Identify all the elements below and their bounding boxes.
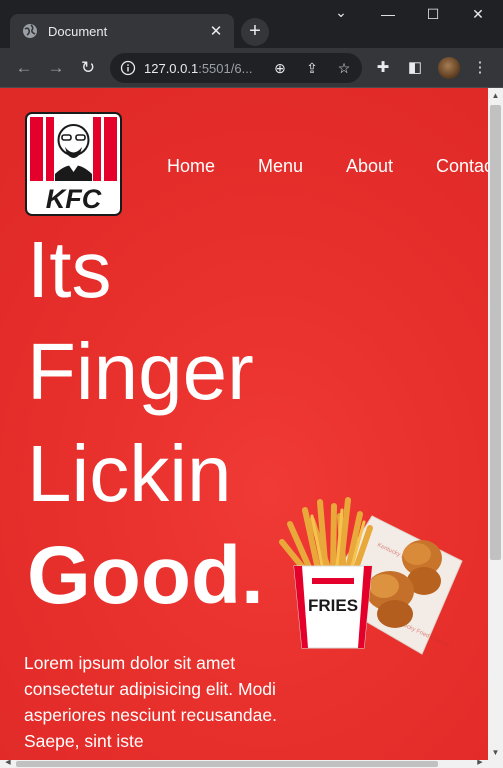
hero-line-2: Finger <box>27 327 254 416</box>
forward-arrow-icon[interactable]: → <box>44 56 68 80</box>
zoom-icon[interactable]: ⊕ <box>270 58 290 78</box>
maximize-button[interactable]: ☐ <box>423 6 443 23</box>
minimize-button[interactable]: — <box>378 6 398 22</box>
browser-tab[interactable]: Document ✕ <box>10 14 234 48</box>
horizontal-scroll-thumb[interactable] <box>16 761 438 767</box>
new-tab-button[interactable]: + <box>241 18 269 46</box>
logo-wordmark: KFC <box>46 184 102 214</box>
hero-heading: Its Finger Lickin Good. <box>27 219 264 627</box>
info-icon <box>120 60 136 76</box>
share-icon[interactable]: ⇪ <box>302 58 322 78</box>
scroll-left-arrow-icon[interactable]: ◀ <box>2 758 14 768</box>
globe-icon <box>23 24 37 38</box>
nav-menu[interactable]: Menu <box>258 156 303 177</box>
browser-titlebar: Document ✕ + ⌄ — ☐ ✕ <box>0 0 503 48</box>
scroll-right-arrow-icon[interactable]: ▶ <box>474 758 486 768</box>
tab-title: Document <box>48 23 108 39</box>
back-arrow-icon[interactable]: ← <box>12 56 36 80</box>
vertical-scroll-thumb[interactable] <box>490 105 501 560</box>
page-viewport: KFC Home Menu About Contact Its Finger L… <box>0 88 488 760</box>
fries-chicken-image: Kentucky Fried Chicken Kentucky Fried Ch… <box>279 497 463 655</box>
reload-icon[interactable]: ↻ <box>76 56 100 80</box>
scroll-up-arrow-icon[interactable]: ▲ <box>488 88 503 103</box>
vertical-scrollbar[interactable]: ▲ ▼ <box>488 88 503 760</box>
side-panel-icon[interactable]: ◧ <box>403 56 427 80</box>
profile-avatar[interactable] <box>438 57 460 79</box>
more-menu-icon[interactable]: ⋮ <box>468 56 492 80</box>
close-tab-icon[interactable]: ✕ <box>208 22 224 40</box>
hero-line-3: Lickin <box>27 429 232 518</box>
nav-about[interactable]: About <box>346 156 393 177</box>
scroll-down-arrow-icon[interactable]: ▼ <box>488 745 503 760</box>
url-host: 127.0.0.1 <box>144 60 199 76</box>
browser-toolbar: ← → ↻ 127.0.0.1:5501/6... ⊕ ⇪ ☆ ✚ ◧ ⋮ <box>0 48 503 88</box>
hero-line-1: Its <box>27 225 112 314</box>
horizontal-scrollbar[interactable]: ◀ ▶ <box>0 758 503 768</box>
nav-home[interactable]: Home <box>167 156 215 177</box>
main-nav: Home Menu About Contact <box>0 156 488 180</box>
fries-box-label: FRIES <box>308 596 358 615</box>
close-window-button[interactable]: ✕ <box>468 6 488 23</box>
extensions-puzzle-icon[interactable]: ✚ <box>371 56 395 80</box>
hero-description: Lorem ipsum dolor sit amet consectetur a… <box>24 653 277 751</box>
chevron-down-icon[interactable]: ⌄ <box>331 4 351 21</box>
address-bar[interactable]: 127.0.0.1:5501/6... ⊕ ⇪ ☆ <box>110 53 362 83</box>
url-path: :5501/6... <box>198 60 253 76</box>
nav-contact[interactable]: Contact <box>436 156 488 177</box>
bookmark-star-icon[interactable]: ☆ <box>334 58 354 78</box>
hero-line-4: Good. <box>27 530 264 621</box>
